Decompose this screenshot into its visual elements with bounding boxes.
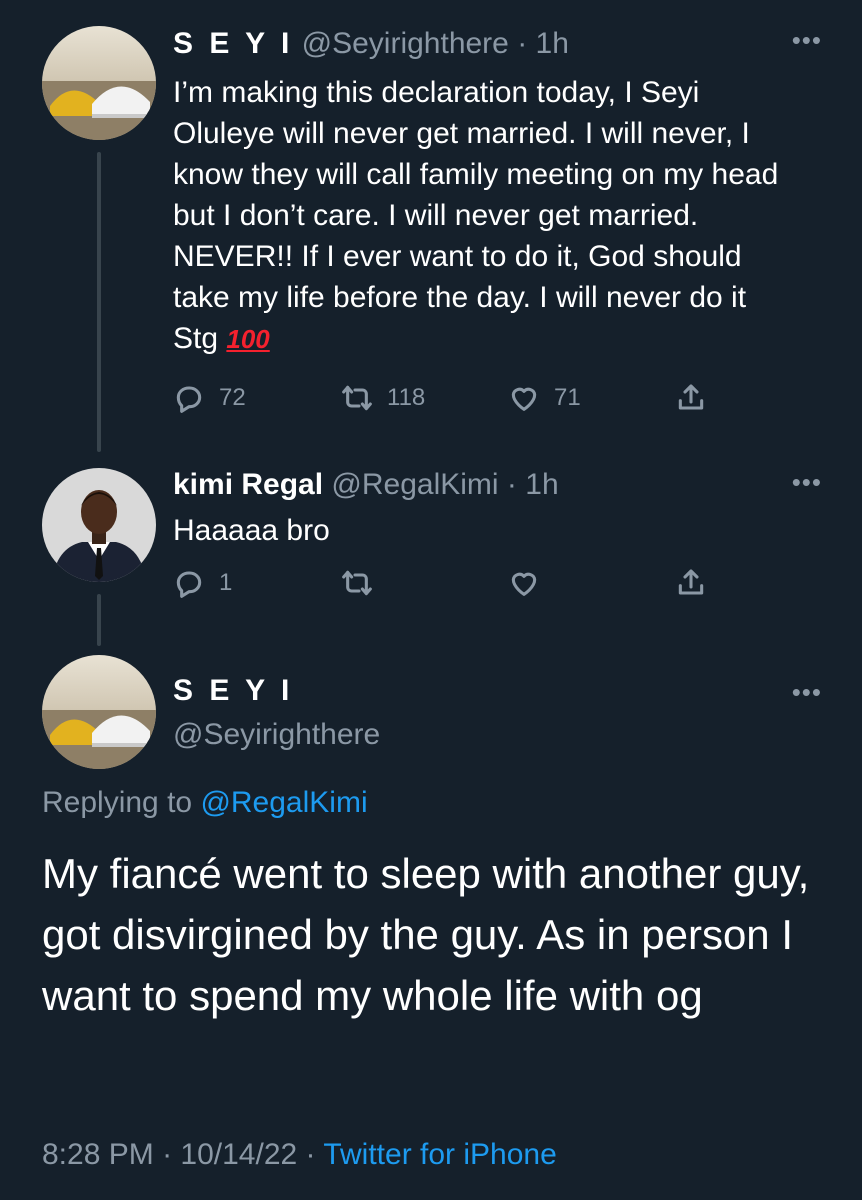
separator-dot: · [506,468,517,501]
like-button[interactable]: 71 [508,378,581,418]
reply-button[interactable]: 72 [173,378,246,418]
share-button[interactable] [675,378,707,418]
tweet-thread: S E Y I @Seyirighthere · 1h ••• I’m maki… [0,0,862,1200]
timestamp[interactable]: 1h [525,468,558,501]
heart-icon [511,387,537,411]
share-icon [678,384,704,410]
more-icon[interactable]: ••• [792,679,822,705]
retweet-icon [342,570,372,596]
handle[interactable]: @Seyirighthere [302,27,509,60]
retweet-button[interactable]: 118 [341,378,425,418]
heart-icon [511,572,537,596]
more-icon[interactable]: ••• [792,469,822,495]
reply2-actions: 1 [173,563,733,603]
retweet-count: 118 [387,384,426,411]
avatar-seyi[interactable] [42,26,156,140]
main-tweet-text: My fiancé went to sleep with another guy… [42,850,810,1019]
retweet-button[interactable] [341,563,387,603]
thread-line [97,152,101,452]
more-icon[interactable]: ••• [792,27,822,53]
share-icon [678,569,704,595]
avatar-kimi[interactable] [42,468,156,582]
separator-dot: · [517,27,528,60]
separator-dot: · [162,1138,173,1171]
like-count: 71 [554,384,581,411]
reply1-header: S E Y I @Seyirighthere · 1h [173,26,569,62]
reply-count: 72 [219,384,246,411]
thread-line [97,594,101,646]
hundred-points-emoji: 100 [226,324,270,354]
reply-button[interactable]: 1 [173,563,232,603]
timestamp[interactable]: 1h [536,27,569,60]
share-button[interactable] [675,563,707,603]
handle[interactable]: @Seyirighthere [173,718,380,752]
separator-dot: · [305,1138,316,1171]
like-button[interactable] [508,563,554,603]
replying-to: Replying to @RegalKimi [42,786,368,820]
mention-link[interactable]: @RegalKimi [200,786,367,819]
reply-count: 1 [219,569,233,596]
reply-icon [176,386,202,413]
display-name[interactable]: kimi Regal [173,468,323,501]
reply1-text: I’m making this declaration today, I Sey… [173,72,793,360]
reply2-header: kimi Regal @RegalKimi · 1h [173,467,559,503]
replying-prefix: Replying to [42,786,201,819]
handle[interactable]: @RegalKimi [331,468,498,501]
reply2-text: Haaaaa bro [173,514,330,547]
avatar-seyi[interactable] [42,655,156,769]
reply-icon [176,571,202,598]
tweet-source[interactable]: Twitter for iPhone [323,1138,556,1171]
tweet-time[interactable]: 8:28 PM [42,1138,154,1171]
tweet-date[interactable]: 10/14/22 [180,1138,297,1171]
retweet-icon [342,385,372,411]
reply1-body: I’m making this declaration today, I Sey… [173,76,779,355]
reply1-actions: 72 118 71 [173,378,733,418]
display-name[interactable]: S E Y I [173,27,293,60]
display-name[interactable]: S E Y I [173,674,293,708]
tweet-metadata: 8:28 PM · 10/14/22 · Twitter for iPhone [42,1138,557,1172]
